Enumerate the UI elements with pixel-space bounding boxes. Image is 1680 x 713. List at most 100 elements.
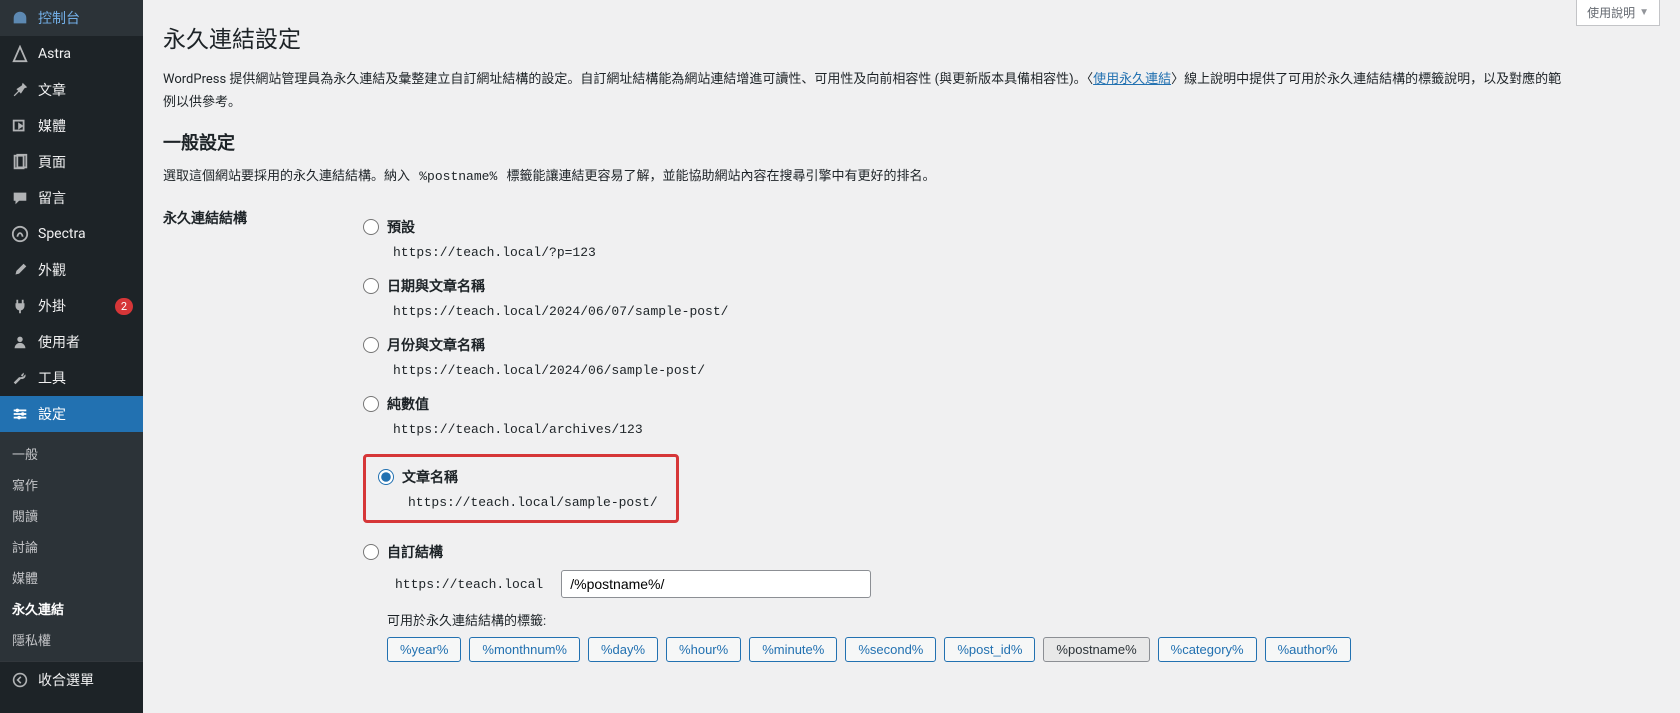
sidebar-item-wrench[interactable]: 工具 <box>0 360 143 396</box>
tag-button[interactable]: %second% <box>845 637 936 662</box>
tag-button[interactable]: %monthnum% <box>469 637 580 662</box>
sidebar-item-page[interactable]: 頁面 <box>0 144 143 180</box>
sidebar-item-user[interactable]: 使用者 <box>0 324 143 360</box>
sidebar-item-pin[interactable]: 文章 <box>0 72 143 108</box>
sidebar-item-label: 設定 <box>38 404 133 424</box>
tag-button[interactable]: %day% <box>588 637 658 662</box>
user-icon <box>10 332 30 352</box>
option-url: https://teach.local/?p=123 <box>387 245 1660 260</box>
option-row[interactable]: 預設 <box>363 217 1660 237</box>
submenu-item[interactable]: 寫作 <box>0 469 143 500</box>
intro-text: WordPress 提供網站管理員為永久連結及彙整建立自訂網址結構的設定。自訂網… <box>163 68 1563 115</box>
permalink-radio[interactable] <box>363 278 379 294</box>
option-row[interactable]: 文章名稱 <box>378 467 664 487</box>
tag-button[interactable]: %category% <box>1158 637 1257 662</box>
sidebar-item-brush[interactable]: 外觀 <box>0 252 143 288</box>
sidebar-item-label: 外掛 <box>38 296 111 316</box>
structure-tags: %year% %monthnum% %day% %hour% %minute% %seco… <box>387 637 1660 662</box>
permalink-option: 文章名稱 https://teach.local/sample-post/ <box>363 454 679 523</box>
tag-button[interactable]: %author% <box>1265 637 1351 662</box>
permalink-radio[interactable] <box>363 544 379 560</box>
permalink-option: 自訂結構 https://teach.local 可用於永久連結結構的標籤: %yea… <box>363 539 1660 665</box>
submenu-item[interactable]: 隱私權 <box>0 624 143 655</box>
plug-icon <box>10 296 30 316</box>
astra-icon <box>10 44 30 64</box>
permalinks-doc-link[interactable]: 使用永久連結 <box>1093 72 1171 87</box>
collapse-menu[interactable]: 收合選單 <box>0 661 143 698</box>
option-label: 自訂結構 <box>387 542 443 562</box>
option-row[interactable]: 純數值 <box>363 394 1660 414</box>
chevron-down-icon: ▼ <box>1639 7 1649 18</box>
permalink-radio[interactable] <box>363 396 379 412</box>
settings-submenu: 一般寫作閱讀討論媒體永久連結隱私權 <box>0 432 143 661</box>
collapse-icon <box>10 670 30 690</box>
sidebar-item-plug[interactable]: 外掛2 <box>0 288 143 324</box>
sidebar-item-label: 使用者 <box>38 332 133 352</box>
sidebar-item-astra[interactable]: Astra <box>0 36 143 72</box>
sidebar-item-label: Astra <box>38 46 133 62</box>
submenu-item[interactable]: 閱讀 <box>0 500 143 531</box>
sidebar-item-comment[interactable]: 留言 <box>0 180 143 216</box>
option-row[interactable]: 月份與文章名稱 <box>363 335 1660 355</box>
submenu-item[interactable]: 討論 <box>0 531 143 562</box>
submenu-item[interactable]: 永久連結 <box>0 593 143 624</box>
permalink-option: 純數值 https://teach.local/archives/123 <box>363 391 1660 440</box>
permalink-options: 預設https://teach.local/?p=123日期與文章名稱https… <box>363 204 1660 673</box>
section-description: 選取這個網站要採用的永久連結結構。納入 %postname% 標籤能讓連結更容易… <box>163 165 1563 188</box>
option-label: 月份與文章名稱 <box>387 335 485 355</box>
section-title: 一般設定 <box>163 129 1660 155</box>
permalink-radio[interactable] <box>378 469 394 485</box>
wrench-icon <box>10 368 30 388</box>
option-url: https://teach.local/2024/06/sample-post/ <box>387 363 1660 378</box>
option-url: https://teach.local/sample-post/ <box>402 495 664 510</box>
permalink-option: 預設 https://teach.local/?p=123 <box>363 214 1660 263</box>
update-badge: 2 <box>115 298 133 315</box>
permalink-radio[interactable] <box>363 337 379 353</box>
spectra-icon <box>10 224 30 244</box>
permalink-structure-label: 永久連結結構 <box>163 204 363 228</box>
postname-code: %postname% <box>413 167 503 186</box>
sidebar-item-label: 留言 <box>38 188 133 208</box>
main-content: 使用說明 ▼ 永久連結設定 WordPress 提供網站管理員為永久連結及彙整建… <box>143 0 1680 713</box>
dashboard-icon <box>10 8 30 28</box>
submenu-item[interactable]: 一般 <box>0 438 143 469</box>
submenu-item[interactable]: 媒體 <box>0 562 143 593</box>
page-title: 永久連結設定 <box>163 20 1660 54</box>
comment-icon <box>10 188 30 208</box>
permalink-option: 日期與文章名稱https://teach.local/2024/06/07/sa… <box>363 273 1660 322</box>
sidebar-item-label: 文章 <box>38 80 133 100</box>
sidebar-item-dashboard[interactable]: 控制台 <box>0 0 143 36</box>
option-row[interactable]: 自訂結構 <box>363 542 1660 562</box>
sidebar-item-label: 頁面 <box>38 152 133 172</box>
tag-button[interactable]: %hour% <box>666 637 741 662</box>
permalink-option: 月份與文章名稱 https://teach.local/2024/06/sampl… <box>363 332 1660 381</box>
brush-icon <box>10 260 30 280</box>
sidebar-item-media[interactable]: 媒體 <box>0 108 143 144</box>
admin-sidebar: 控制台Astra文章媒體頁面留言Spectra外觀外掛2使用者工具設定 一般寫作… <box>0 0 143 713</box>
tag-button[interactable]: %minute% <box>749 637 837 662</box>
custom-structure-input[interactable] <box>561 570 871 598</box>
tags-label: 可用於永久連結結構的標籤: <box>387 610 1660 629</box>
sidebar-item-spectra[interactable]: Spectra <box>0 216 143 252</box>
option-label: 純數值 <box>387 394 429 414</box>
sidebar-item-label: 工具 <box>38 368 133 388</box>
tag-button[interactable]: %postname% <box>1043 637 1149 662</box>
tag-button[interactable]: %post_id% <box>944 637 1035 662</box>
option-row[interactable]: 日期與文章名稱 <box>363 276 1660 296</box>
custom-base: https://teach.local <box>387 572 551 597</box>
settings-icon <box>10 404 30 424</box>
sidebar-item-label: 控制台 <box>38 8 133 28</box>
help-tab-label: 使用說明 <box>1587 4 1635 21</box>
sidebar-item-label: Spectra <box>38 226 133 242</box>
collapse-label: 收合選單 <box>38 670 133 690</box>
pin-icon <box>10 80 30 100</box>
permalink-radio[interactable] <box>363 219 379 235</box>
custom-structure-row: https://teach.local <box>387 570 1660 598</box>
option-label: 預設 <box>387 217 415 237</box>
option-label: 日期與文章名稱 <box>387 276 485 296</box>
help-tab[interactable]: 使用說明 ▼ <box>1576 0 1660 26</box>
option-url: https://teach.local/archives/123 <box>387 422 1660 437</box>
sidebar-item-label: 媒體 <box>38 116 133 136</box>
tag-button[interactable]: %year% <box>387 637 461 662</box>
sidebar-item-settings[interactable]: 設定 <box>0 396 143 432</box>
